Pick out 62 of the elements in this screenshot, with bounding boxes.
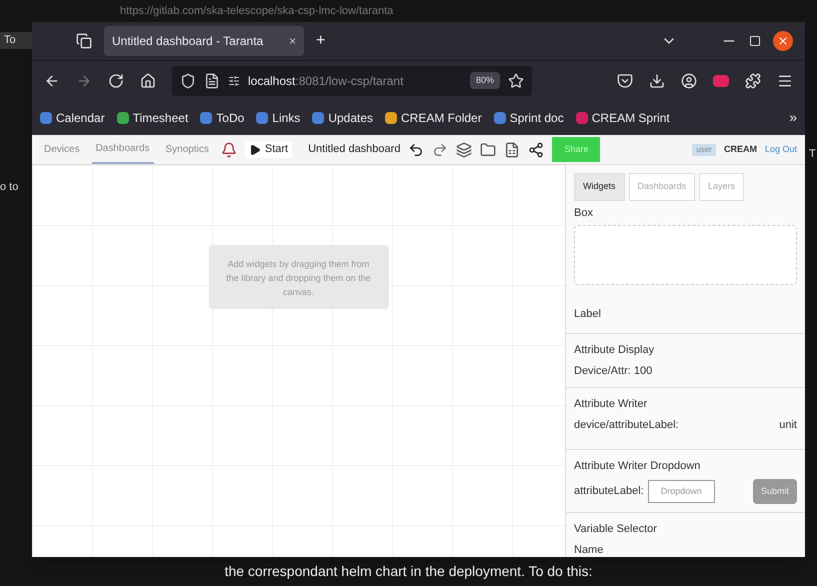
maximize-icon[interactable] bbox=[749, 35, 761, 47]
bookmark-star-icon[interactable] bbox=[508, 72, 524, 88]
play-icon bbox=[248, 144, 261, 156]
shield-icon[interactable] bbox=[180, 72, 196, 88]
group-name: CREAM bbox=[724, 142, 757, 156]
bookmark[interactable]: Calendar bbox=[40, 108, 105, 126]
file-icon[interactable] bbox=[504, 142, 520, 158]
zoom-badge[interactable]: 80% bbox=[470, 72, 500, 90]
forward-icon[interactable] bbox=[76, 72, 92, 88]
dashboard-name[interactable]: Untitled dashboard bbox=[308, 141, 400, 158]
address-bar[interactable]: localhost:8081/low-csp/tarant 80% bbox=[172, 66, 532, 96]
bookmark[interactable]: CREAM Folder bbox=[385, 108, 482, 126]
bookmark[interactable]: Updates bbox=[312, 108, 374, 126]
folder-icon[interactable] bbox=[480, 142, 496, 158]
new-tab-button[interactable]: + bbox=[316, 29, 326, 53]
home-icon[interactable] bbox=[140, 72, 156, 88]
widget-sample: Device/Attr: 100 bbox=[574, 364, 654, 378]
account-icon[interactable] bbox=[681, 72, 697, 88]
close-tab-button[interactable]: × bbox=[288, 32, 296, 50]
caption: the correspondant helm chart in the deployment. To do this: bbox=[224, 562, 592, 581]
widget-title: Attribute Display bbox=[574, 343, 656, 358]
background-text: o to bbox=[0, 180, 20, 194]
undo-icon[interactable] bbox=[408, 142, 424, 158]
canvas-hint: Add widgets by dragging them from the library and dropping them on the canvas. bbox=[208, 245, 388, 309]
background-url: https://gitlab.com/ska-telescope/ska-csp-lmc-low/taranta bbox=[120, 4, 394, 19]
more-bookmarks-button[interactable]: » bbox=[789, 107, 797, 128]
bookmark[interactable]: ToDo bbox=[200, 108, 244, 126]
bookmark[interactable]: Timesheet bbox=[116, 108, 188, 126]
widget-title: Label bbox=[574, 308, 601, 320]
bookmark[interactable]: Links bbox=[256, 108, 300, 126]
pocket-icon[interactable] bbox=[617, 72, 633, 88]
layers-icon[interactable] bbox=[456, 142, 472, 158]
page-icon[interactable] bbox=[204, 72, 220, 88]
widget-sample: attributeLabel: bbox=[574, 484, 644, 499]
widget-sample: Name bbox=[574, 542, 604, 558]
close-icon[interactable] bbox=[773, 31, 793, 51]
tab-list-icon[interactable] bbox=[76, 33, 92, 49]
reload-icon[interactable] bbox=[108, 72, 124, 88]
bookmark[interactable]: CREAM Sprint bbox=[576, 108, 670, 126]
browser-tab[interactable]: Untitled dashboard - Taranta × bbox=[104, 26, 304, 56]
share-icon[interactable] bbox=[528, 142, 544, 158]
extensions-icon[interactable] bbox=[745, 72, 761, 88]
permissions-icon[interactable] bbox=[228, 74, 240, 86]
extension-icon[interactable] bbox=[713, 74, 729, 86]
redo-icon[interactable] bbox=[432, 142, 448, 158]
unit-label: unit bbox=[779, 418, 797, 432]
menu-icon[interactable] bbox=[777, 72, 793, 88]
widget-title: Attribute Writer Dropdown bbox=[574, 459, 702, 474]
background-text: T bbox=[809, 147, 816, 162]
download-icon[interactable] bbox=[649, 72, 665, 88]
widget-sample: device/attributeLabel: bbox=[574, 418, 679, 432]
background-text: To bbox=[0, 32, 32, 48]
widget-title: Variable Selector bbox=[574, 522, 658, 537]
start-button[interactable]: Start bbox=[244, 141, 292, 158]
logout-link[interactable]: Log Out bbox=[764, 142, 797, 156]
widget-title: Box bbox=[574, 206, 594, 220]
panel-tab[interactable]: Widgets bbox=[574, 173, 625, 200]
widget-title: Attribute Writer bbox=[574, 397, 648, 412]
bookmark[interactable]: Sprint doc bbox=[494, 108, 564, 126]
back-icon[interactable] bbox=[44, 72, 60, 88]
user-badge: user bbox=[692, 144, 716, 156]
notification-icon[interactable] bbox=[220, 142, 237, 158]
